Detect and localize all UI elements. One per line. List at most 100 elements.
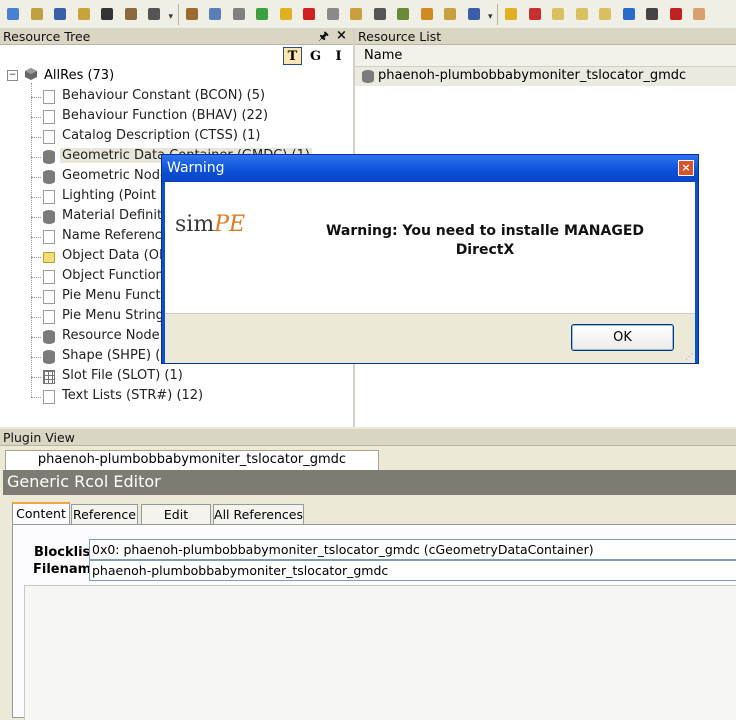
save-as-icon[interactable]	[75, 5, 93, 23]
tree-line	[31, 377, 41, 378]
folder-icon	[43, 252, 55, 263]
column-name-label: Name	[364, 48, 403, 63]
tree-item-label: Text Lists (STR#) (12)	[62, 388, 204, 403]
tree-item-label: Object Functions	[62, 268, 171, 283]
camera-icon[interactable]	[371, 5, 389, 23]
tree-line	[31, 397, 41, 398]
tree-item-label: Resource Node (	[62, 328, 169, 343]
star-icon[interactable]	[277, 5, 295, 23]
tree-item[interactable]: Text Lists (STR#) (12)	[31, 387, 351, 407]
document-tab[interactable]: phaenoh-plumbobbabymoniter_tslocator_gmd…	[5, 450, 379, 470]
plugin-view-header: Plugin View	[0, 429, 736, 446]
tree-item-label: Shape (SHPE) (1	[62, 348, 169, 363]
note2-icon[interactable]	[573, 5, 591, 23]
tree-line	[31, 157, 41, 158]
hat-icon[interactable]	[643, 5, 661, 23]
database-icon	[43, 330, 55, 344]
tree-item-label: Name Reference	[62, 228, 170, 243]
folder-open-icon[interactable]	[441, 5, 459, 23]
ok-button[interactable]: OK	[571, 324, 674, 351]
tree-line	[31, 337, 41, 338]
document-icon	[43, 310, 55, 324]
pin-icon[interactable]: 🖈	[318, 28, 329, 45]
tree-item-label: Catalog Description (CTSS) (1)	[62, 128, 261, 143]
dialog-title: Warning	[167, 160, 225, 176]
cube-icon	[25, 68, 37, 80]
puzzle-icon[interactable]	[253, 5, 271, 23]
list-item[interactable]: phaenoh-plumbobbabymoniter_tslocator_gmd…	[355, 67, 736, 86]
tree-line	[31, 317, 41, 318]
plugin-view-title: Plugin View	[3, 430, 75, 445]
list-item-label: phaenoh-plumbobbabymoniter_tslocator_gmd…	[378, 68, 687, 83]
tree-item-label: Pie Menu Functio	[62, 288, 173, 303]
tab-all-references[interactable]: All References	[213, 504, 304, 524]
tree-root-label[interactable]: AllRes (73)	[44, 68, 114, 83]
user-icon[interactable]	[418, 5, 436, 23]
link-icon[interactable]	[230, 5, 248, 23]
tree-line	[31, 217, 41, 218]
cut-icon[interactable]	[324, 5, 342, 23]
document-icon[interactable]	[206, 5, 224, 23]
editor-title: Generic Rcol Editor	[3, 470, 736, 495]
toggle-t-button[interactable]: T	[283, 47, 302, 65]
eraser-icon[interactable]	[690, 5, 708, 23]
resize-grip-icon[interactable]: ⋰	[685, 352, 693, 361]
dialog-close-button[interactable]: ×	[678, 160, 694, 176]
toggle-i-button[interactable]: I	[329, 47, 348, 65]
logo-pe: PE	[214, 212, 246, 237]
close-icon[interactable]	[98, 5, 116, 23]
tab-reference[interactable]: Reference	[71, 504, 138, 524]
filename-label: Filenam	[33, 562, 92, 577]
tree-item[interactable]: Catalog Description (CTSS) (1)	[31, 127, 351, 147]
tab-edit-blocks[interactable]: Edit Blocks	[141, 504, 211, 541]
disk-icon[interactable]	[465, 5, 483, 23]
open-icon[interactable]	[28, 5, 46, 23]
document-icon	[43, 230, 55, 244]
document-icon	[43, 290, 55, 304]
tree-line	[31, 137, 41, 138]
toolbar-overflow-icon[interactable]: ▾	[488, 12, 493, 22]
tree-item[interactable]: Behaviour Constant (BCON) (5)	[31, 87, 351, 107]
users-icon[interactable]	[394, 5, 412, 23]
tree-line	[31, 237, 41, 238]
tab-content-panel: Blocklis Filenam 0x0: phaenoh-plumbobbab…	[12, 524, 736, 720]
delete-icon[interactable]	[145, 5, 163, 23]
plugin-view: phaenoh-plumbobbabymoniter_tslocator_gmd…	[0, 446, 736, 720]
tree-item-label: Slot File (SLOT) (1)	[62, 368, 183, 383]
dialog-title-bar[interactable]: Warning	[162, 155, 698, 182]
document-icon	[43, 190, 55, 204]
warning-dialog: Warning × simPE Warning: You need to ins…	[161, 154, 699, 364]
paste-icon[interactable]	[347, 5, 365, 23]
sync-icon[interactable]	[620, 5, 638, 23]
package-icon[interactable]	[183, 5, 201, 23]
document-icon	[43, 90, 55, 104]
note-icon[interactable]	[549, 5, 567, 23]
close-icon[interactable]: ×	[336, 27, 347, 44]
refresh-icon[interactable]	[502, 5, 520, 23]
document-icon	[43, 110, 55, 124]
x-red-icon[interactable]	[526, 5, 544, 23]
tools-icon[interactable]	[122, 5, 140, 23]
blocklist-dropdown[interactable]: 0x0: phaenoh-plumbobbabymoniter_tslocato…	[89, 539, 736, 560]
toggle-g-button[interactable]: G	[306, 47, 325, 65]
tree-line	[31, 257, 41, 258]
toolbar-separator	[497, 4, 498, 25]
save-icon[interactable]	[51, 5, 69, 23]
main-toolbar: ▾ ▾	[0, 0, 736, 30]
flag-icon[interactable]	[300, 5, 318, 23]
collapse-icon[interactable]: −	[7, 70, 18, 81]
filename-field[interactable]: phaenoh-plumbobbabymoniter_tslocator_gmd…	[89, 560, 736, 581]
tree-item[interactable]: Behaviour Function (BHAV) (22)	[31, 107, 351, 127]
toolbar-overflow-icon[interactable]: ▾	[169, 12, 174, 22]
block-content-area	[24, 585, 736, 720]
resource-list-header: Resource List	[355, 28, 736, 45]
dialog-message: Warning: You need to installe MANAGED Di…	[325, 223, 645, 258]
tab-content[interactable]: Content	[12, 502, 70, 525]
note3-icon[interactable]	[596, 5, 614, 23]
tree-item[interactable]: Slot File (SLOT) (1)	[31, 367, 351, 387]
column-header-name[interactable]: Name	[355, 45, 736, 67]
logo-sim: sim	[175, 212, 215, 237]
document-icon	[43, 270, 55, 284]
new-icon[interactable]	[4, 5, 22, 23]
error-icon[interactable]	[667, 5, 685, 23]
